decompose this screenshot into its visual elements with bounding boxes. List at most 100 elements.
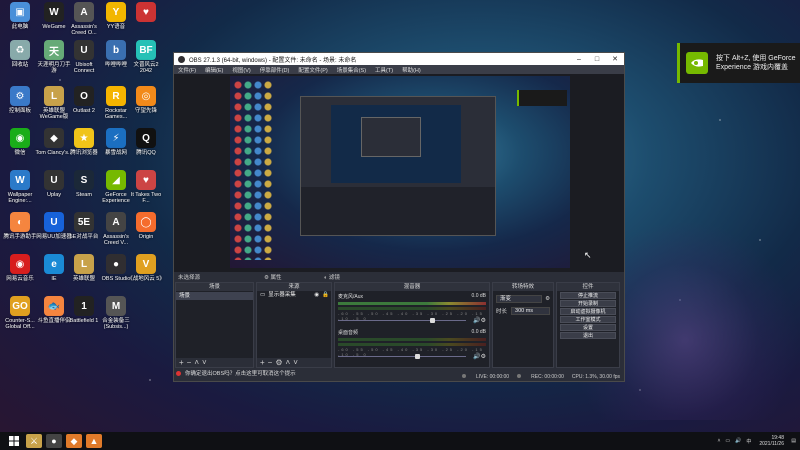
scenes-footer: +−˄˅ bbox=[176, 358, 253, 367]
controls-header: 控件 bbox=[557, 283, 619, 291]
app-icon: BF bbox=[136, 40, 156, 60]
desktop-icon[interactable]: A Assassin's Creed O... bbox=[68, 2, 100, 42]
maximize-button[interactable]: □ bbox=[588, 56, 606, 63]
scene-item[interactable]: 场景 bbox=[176, 292, 253, 300]
start-recording-button[interactable]: 开始录制 bbox=[560, 300, 616, 307]
desktop-icon[interactable]: ♥ It Takes Two F... bbox=[130, 170, 162, 210]
source-item[interactable]: ▭ 显示器采集 ◉ 🔒 bbox=[257, 291, 331, 299]
close-button[interactable]: ✕ bbox=[606, 55, 624, 63]
stop-streaming-button[interactable]: 停止推流 bbox=[560, 292, 616, 299]
volume-slider[interactable]: 🔊⚙ bbox=[338, 353, 486, 360]
desktop-icon[interactable]: L 英雄联盟 bbox=[68, 254, 100, 294]
desktop-icon[interactable]: 1 Battlefield 1 bbox=[68, 296, 100, 336]
obs-titlebar[interactable]: OBS 27.1.3 (64-bit, windows) - 配置文件: 未命名… bbox=[174, 53, 624, 65]
geforce-notification[interactable]: 按下 Alt+Z, 使用 GeForce Experience 游戏内覆盖 bbox=[677, 43, 800, 83]
transition-settings-icon[interactable]: ⚙ bbox=[545, 296, 550, 302]
desktop-icon[interactable]: ◎ 守望先锋 bbox=[130, 86, 162, 126]
desktop-icon[interactable]: S Steam bbox=[68, 170, 100, 210]
virtual-camera-button[interactable]: 启动虚拟摄像机 bbox=[560, 308, 616, 315]
desktop-icon[interactable]: ▣ 此电脑 bbox=[4, 2, 36, 42]
transition-select[interactable]: 渐变 bbox=[496, 295, 543, 303]
desktop-icon[interactable]: ◢ GeForce Experience bbox=[100, 170, 132, 210]
scene-up-button[interactable]: ˄ bbox=[194, 358, 202, 367]
speaker-icon[interactable]: 🔊⚙ bbox=[473, 317, 486, 324]
studio-mode-button[interactable]: 工作室模式 bbox=[560, 316, 616, 323]
desktop-icon[interactable]: GO Counter-S... Global Off... bbox=[4, 296, 36, 336]
desktop-icon[interactable]: ⚡ 暴雪战网 bbox=[100, 128, 132, 168]
menu-item-4[interactable]: 配置文件(P) bbox=[298, 66, 327, 74]
preview-area[interactable] bbox=[174, 74, 624, 272]
input-language[interactable]: 中 bbox=[746, 438, 751, 445]
desktop-icon[interactable]: Q 腾讯QQ bbox=[130, 128, 162, 168]
menu-item-0[interactable]: 文件(F) bbox=[178, 66, 196, 74]
filters-button[interactable]: ◐ 滤镜 bbox=[324, 273, 384, 281]
desktop-icon[interactable]: b 哔哩哔哩 bbox=[100, 40, 132, 80]
desktop-icon[interactable]: 🐟 斗鱼直播伴侣 bbox=[37, 296, 71, 336]
properties-button[interactable]: ⚙ 属性 bbox=[264, 273, 324, 281]
taskbar-app-icon[interactable]: ▲ bbox=[86, 434, 102, 448]
taskbar-app-icon[interactable]: ◆ bbox=[66, 434, 82, 448]
add-source-button[interactable]: + bbox=[260, 358, 268, 367]
desktop-icon[interactable]: O Outlast 2 bbox=[68, 86, 100, 126]
start-button[interactable] bbox=[6, 434, 22, 448]
desktop-icon[interactable]: ♻ 回收站 bbox=[4, 40, 36, 80]
desktop-icon[interactable]: ♥ bbox=[130, 2, 162, 42]
desktop-icon[interactable]: V 《战地风云 5》 bbox=[127, 254, 165, 294]
desktop-icon[interactable]: ◉ 微信 bbox=[4, 128, 36, 168]
menu-item-6[interactable]: 工具(T) bbox=[375, 66, 393, 74]
network-icon[interactable]: ▭ bbox=[725, 438, 730, 444]
menu-item-5[interactable]: 场景集合(S) bbox=[337, 66, 366, 74]
desktop-icon[interactable]: U Uplay bbox=[38, 170, 70, 210]
menu-item-7[interactable]: 帮助(H) bbox=[402, 66, 421, 74]
clock[interactable]: 19:48 2021/11/26 bbox=[759, 435, 784, 447]
desktop-icon[interactable]: ● OBS Studio bbox=[100, 254, 132, 294]
exit-button[interactable]: 退出 bbox=[560, 332, 616, 339]
app-icon: e bbox=[44, 254, 64, 274]
desktop-icon[interactable]: A Assassin's Creed V... bbox=[100, 212, 132, 252]
volume-icon[interactable]: 🔊 bbox=[735, 438, 741, 444]
exit-notice[interactable]: 你确定退出OBS吗？点击这里可取消这个提示 bbox=[176, 368, 624, 378]
menu-item-2[interactable]: 视图(V) bbox=[232, 66, 250, 74]
taskbar-app-game-icon[interactable]: ⚔ bbox=[26, 434, 42, 448]
menu-item-3[interactable]: 停靠部件(D) bbox=[260, 66, 290, 74]
source-down-button[interactable]: ˅ bbox=[293, 358, 301, 367]
app-icon: ◎ bbox=[136, 86, 156, 106]
settings-button[interactable]: 设置 bbox=[560, 324, 616, 331]
desktop-icon[interactable]: M 合金装备三 (Subsis...) bbox=[100, 296, 132, 336]
desktop-icon[interactable]: U Ubisoft Connect bbox=[68, 40, 100, 80]
desktop-icon[interactable]: e IE bbox=[38, 254, 70, 294]
desktop-icon[interactable]: ◆ Tom Clancy's... bbox=[35, 128, 73, 168]
desktop-icon[interactable]: 天天涯明月刀手游 bbox=[37, 40, 71, 80]
menu-item-1[interactable]: 编辑(E) bbox=[205, 66, 223, 74]
add-scene-button[interactable]: + bbox=[179, 358, 187, 367]
desktop-icon[interactable]: ◉ 网易云音乐 bbox=[4, 254, 36, 294]
preview-canvas[interactable] bbox=[230, 76, 570, 268]
visibility-icon[interactable]: ◉ bbox=[314, 291, 319, 299]
notification-center-icon[interactable]: ▤ bbox=[791, 438, 796, 444]
volume-slider[interactable]: 🔊⚙ bbox=[338, 317, 486, 324]
minimize-button[interactable]: – bbox=[570, 56, 588, 63]
desktop-icon[interactable]: R Rockstar Games... bbox=[100, 86, 132, 126]
taskbar: ⚔ ● ◆ ▲ ˄ ▭ 🔊 中 19:48 2021/11/26 ▤ bbox=[0, 432, 800, 450]
speaker-icon[interactable]: 🔊⚙ bbox=[473, 353, 486, 360]
desktop-icon[interactable]: 5E 5E对战平台 bbox=[68, 212, 100, 252]
scene-down-button[interactable]: ˅ bbox=[202, 358, 210, 367]
tray-chevron-icon[interactable]: ˄ bbox=[717, 438, 720, 444]
desktop-icon[interactable]: ⚙ 控制面板 bbox=[4, 86, 36, 126]
desktop-icon[interactable]: L 英雄联盟 WeGame版 bbox=[38, 86, 70, 126]
app-icon: L bbox=[74, 254, 94, 274]
desktop-icon[interactable]: ◐ 腾讯手游助手 bbox=[3, 212, 37, 252]
desktop-icon[interactable]: W WeGame bbox=[38, 2, 70, 42]
desktop-icon[interactable]: ◯ Origin bbox=[130, 212, 162, 252]
desktop-icon[interactable]: U 网易UU加速器 bbox=[36, 212, 72, 252]
obs-window[interactable]: OBS 27.1.3 (64-bit, windows) - 配置文件: 未命名… bbox=[173, 52, 625, 382]
lock-icon[interactable]: 🔒 bbox=[322, 291, 329, 299]
taskbar-obs-icon[interactable]: ● bbox=[46, 434, 62, 448]
notification-line-2: Experience 游戏内覆盖 bbox=[716, 64, 788, 71]
source-settings-icon[interactable]: ⚙ bbox=[275, 358, 285, 367]
desktop-icon[interactable]: W Wallpaper Engine:... bbox=[4, 170, 36, 210]
desktop-icon[interactable]: Y YY语音 bbox=[100, 2, 132, 42]
duration-input[interactable]: 300 ms bbox=[511, 307, 550, 315]
desktop-icon[interactable]: BF 文晋风云2 2042 bbox=[130, 40, 162, 80]
desktop-icon[interactable]: ★ 腾讯浏览器 bbox=[68, 128, 100, 168]
